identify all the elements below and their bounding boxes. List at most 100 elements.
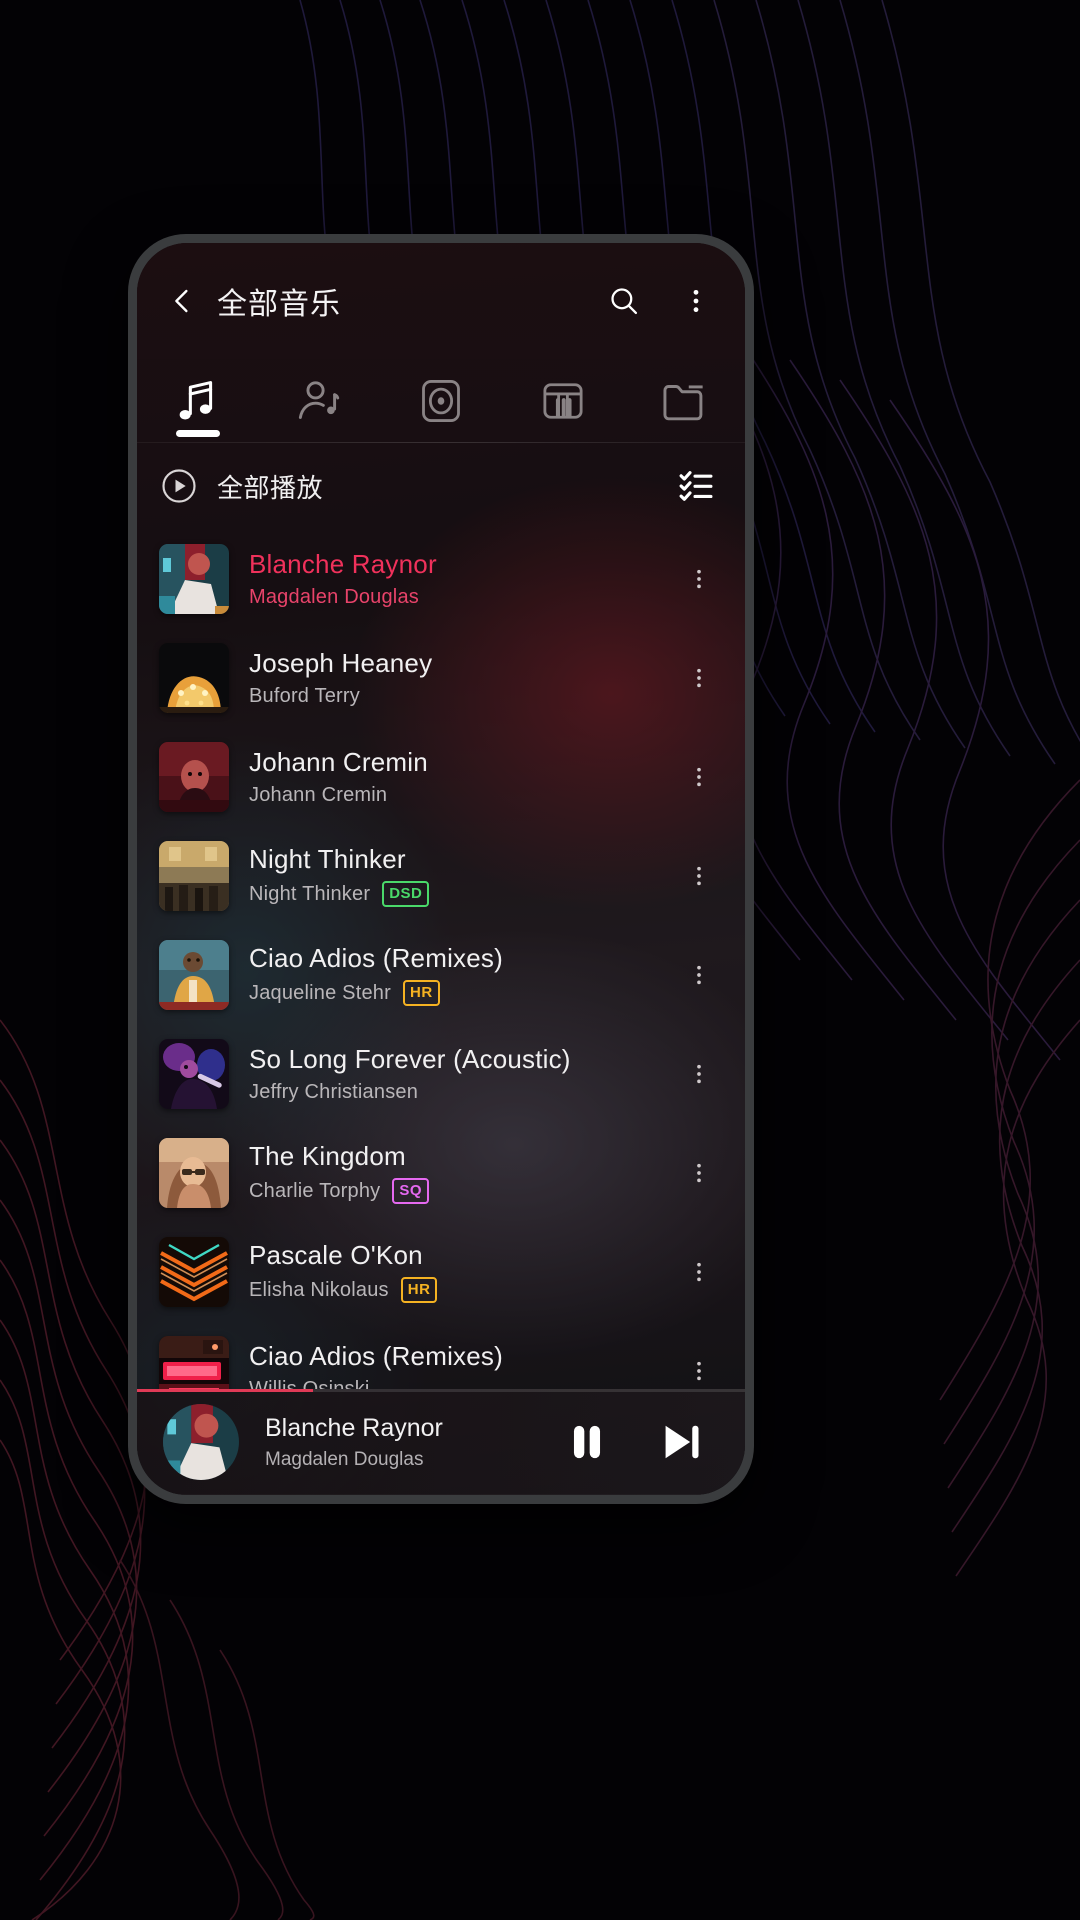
album-art — [159, 1038, 229, 1109]
song-title: Ciao Adios (Remixes) — [249, 943, 503, 973]
row-overflow-button[interactable] — [673, 1335, 725, 1390]
music-app: 全部音乐 全部播放 Blanche Raynor Magdalen Dougla… — [137, 243, 745, 1495]
page-title: 全部音乐 — [217, 288, 341, 321]
more-vertical-icon — [697, 767, 701, 786]
tab-folders[interactable] — [623, 359, 745, 443]
artwork-carousel-lights — [159, 642, 229, 713]
song-subtitle: Jaqueline Stehr HR — [249, 980, 673, 1006]
artwork-neon-chevrons — [159, 1236, 229, 1307]
mini-player-title: Blanche Raynor — [265, 1413, 443, 1442]
play-all-row: 全部播放 — [137, 443, 745, 1495]
quality-badge: HR — [402, 980, 440, 1006]
tab-bar — [137, 359, 745, 443]
row-text: Ciao Adios (Remixes) Willis Osinski — [249, 1341, 673, 1390]
song-artist: Magdalen Douglas — [249, 585, 419, 608]
song-subtitle: Night Thinker DSD — [249, 881, 673, 907]
artwork-portrait-red-teal — [163, 1404, 239, 1480]
play-circle-icon — [162, 469, 196, 503]
more-vertical-icon — [697, 569, 701, 588]
artist-icon — [299, 381, 340, 419]
multiselect-button[interactable] — [673, 463, 719, 509]
song-subtitle: Magdalen Douglas — [249, 586, 673, 609]
tab-songs[interactable] — [137, 359, 259, 443]
more-vertical-icon — [693, 289, 699, 313]
more-vertical-icon — [697, 1064, 701, 1083]
table-row[interactable]: Blanche Raynor Magdalen Douglas — [137, 529, 745, 628]
search-button[interactable] — [601, 278, 647, 324]
back-button[interactable] — [159, 278, 205, 324]
table-row[interactable]: So Long Forever (Acoustic) Jeffry Christ… — [137, 1024, 745, 1123]
row-text: Night Thinker Night Thinker DSD — [249, 844, 673, 907]
song-artist: Jaqueline Stehr — [249, 981, 391, 1004]
playback-progress-fill — [137, 1389, 314, 1392]
phone-frame: 全部音乐 全部播放 Blanche Raynor Magdalen Dougla… — [128, 234, 754, 1504]
row-overflow-button[interactable] — [673, 741, 725, 813]
music-note-icon — [179, 381, 212, 420]
playback-progress-bar[interactable] — [137, 1389, 745, 1392]
song-artist: Willis Osinski — [249, 1377, 370, 1390]
mini-player-album-art[interactable] — [163, 1404, 239, 1480]
row-overflow-button[interactable] — [673, 1137, 725, 1209]
quality-badge: HR — [400, 1277, 438, 1303]
tab-albums[interactable] — [380, 359, 502, 443]
app-bar: 全部音乐 — [137, 243, 745, 359]
album-art — [159, 1335, 229, 1389]
chevron-left-icon — [175, 289, 188, 313]
song-subtitle: Willis Osinski — [249, 1378, 673, 1390]
song-title: Ciao Adios (Remixes) — [249, 1340, 503, 1371]
checklist-icon — [679, 471, 713, 501]
tab-artists[interactable] — [259, 359, 381, 443]
row-text: Joseph Heaney Buford Terry — [249, 648, 673, 708]
next-track-button[interactable] — [651, 1412, 711, 1472]
table-row[interactable]: Night Thinker Night Thinker DSD — [137, 826, 745, 925]
table-row[interactable]: Ciao Adios (Remixes) Willis Osinski — [137, 1321, 745, 1389]
row-overflow-button[interactable] — [673, 642, 725, 714]
song-title: Joseph Heaney — [249, 647, 433, 678]
table-row[interactable]: Johann Cremin Johann Cremin — [137, 727, 745, 826]
song-artist: Night Thinker — [249, 882, 371, 905]
row-text: So Long Forever (Acoustic) Jeffry Christ… — [249, 1044, 673, 1104]
artwork-woman-glasses — [159, 1137, 229, 1208]
row-overflow-button[interactable] — [673, 1236, 725, 1308]
row-overflow-button[interactable] — [673, 1038, 725, 1110]
table-row[interactable]: Joseph Heaney Buford Terry — [137, 628, 745, 727]
song-list[interactable]: Blanche Raynor Magdalen Douglas Joseph H… — [137, 529, 745, 1389]
pause-icon — [573, 1425, 601, 1459]
tab-bar-divider — [137, 442, 745, 443]
play-all-button[interactable]: 全部播放 — [159, 466, 673, 506]
song-title: The Kingdom — [249, 1141, 406, 1171]
table-row[interactable]: Pascale O'Kon Elisha Nikolaus HR — [137, 1222, 745, 1321]
song-title: Blanche Raynor — [249, 548, 437, 579]
tab-genres[interactable] — [502, 359, 624, 443]
more-vertical-icon — [697, 1262, 701, 1281]
overflow-menu-button[interactable] — [673, 278, 719, 324]
song-subtitle: Buford Terry — [249, 685, 673, 708]
album-art — [159, 642, 229, 713]
table-row[interactable]: Ciao Adios (Remixes) Jaqueline Stehr HR — [137, 925, 745, 1024]
song-title: Night Thinker — [249, 844, 406, 874]
row-overflow-button[interactable] — [673, 543, 725, 615]
artwork-street-crowd — [159, 840, 229, 911]
song-artist: Elisha Nikolaus — [249, 1278, 389, 1301]
pause-button[interactable] — [557, 1412, 617, 1472]
row-text: Ciao Adios (Remixes) Jaqueline Stehr HR — [249, 943, 673, 1006]
row-overflow-button[interactable] — [673, 939, 725, 1011]
song-subtitle: Elisha Nikolaus HR — [249, 1277, 673, 1303]
piano-keys-icon — [543, 383, 583, 419]
row-overflow-button[interactable] — [673, 840, 725, 912]
mini-player[interactable]: Blanche Raynor Magdalen Douglas — [137, 1389, 745, 1495]
artwork-concert-purple — [159, 1038, 229, 1109]
play-all-label: 全部播放 — [217, 472, 324, 503]
table-row[interactable]: The Kingdom Charlie Torphy SQ — [137, 1123, 745, 1222]
row-text: Pascale O'Kon Elisha Nikolaus HR — [249, 1240, 673, 1303]
song-artist: Jeffry Christiansen — [249, 1080, 419, 1103]
search-icon — [611, 288, 638, 315]
artwork-portrait-red-teal — [159, 543, 229, 614]
song-title: Johann Cremin — [249, 746, 428, 777]
more-vertical-icon — [697, 1361, 701, 1380]
song-artist: Johann Cremin — [249, 783, 388, 806]
more-vertical-icon — [697, 1163, 701, 1182]
song-title: So Long Forever (Acoustic) — [249, 1043, 571, 1074]
quality-badge: DSD — [382, 881, 430, 907]
more-vertical-icon — [697, 866, 701, 885]
